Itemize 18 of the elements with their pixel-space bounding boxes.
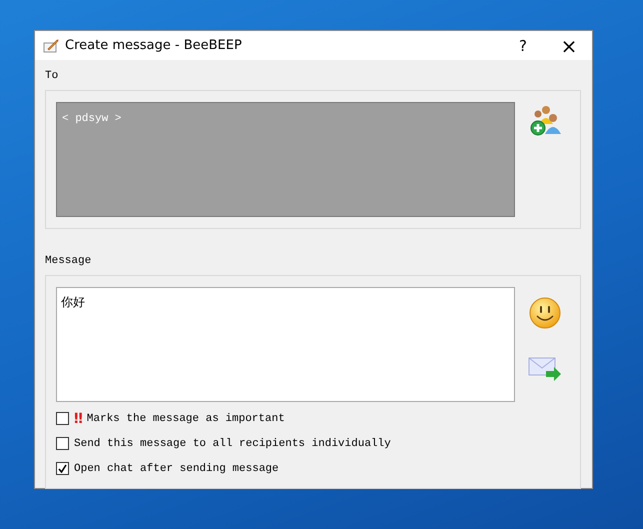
send-mail-icon (528, 356, 562, 382)
pencil-note-icon (43, 38, 59, 54)
option-label[interactable]: Send this message to all recipients individually (74, 438, 391, 450)
emoticon-button[interactable] (527, 295, 563, 331)
window-title: Create message - BeeBEEP (65, 38, 243, 53)
checkbox[interactable] (56, 462, 69, 475)
message-field[interactable]: 你好 (56, 287, 515, 402)
checkbox[interactable] (56, 412, 69, 425)
smiley-icon (529, 297, 561, 329)
message-label: Message (45, 255, 92, 269)
important-icon: ‼ (74, 410, 83, 426)
add-users-icon (528, 104, 562, 136)
close-button[interactable]: × (546, 31, 592, 60)
option-label[interactable]: Marks the message as important (86, 412, 285, 424)
to-label: To (45, 70, 60, 84)
help-button[interactable]: ? (500, 31, 546, 60)
checkbox[interactable] (56, 437, 69, 450)
option-label[interactable]: Open chat after sending message (74, 462, 279, 474)
